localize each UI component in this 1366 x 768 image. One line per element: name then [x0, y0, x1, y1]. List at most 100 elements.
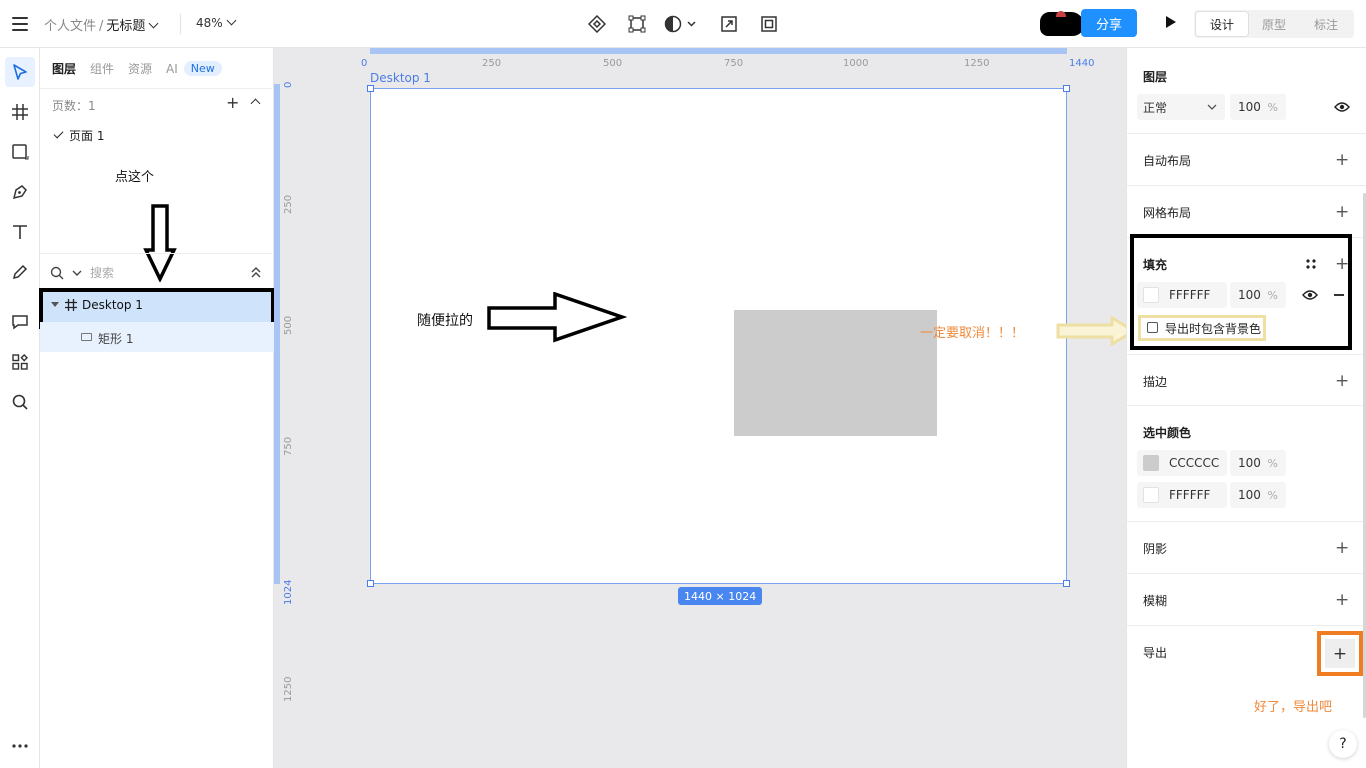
move-tool-icon[interactable]: [5, 57, 35, 87]
rectangle-shape[interactable]: [734, 310, 937, 436]
ruler-tick: 750: [283, 436, 294, 456]
chevron-down-icon: [1207, 104, 1217, 110]
avatar[interactable]: [1040, 11, 1084, 36]
size-badge: 1440 × 1024: [678, 587, 763, 605]
text-tool-icon[interactable]: [5, 217, 35, 247]
resize-handle[interactable]: [1063, 85, 1070, 92]
annotation-export-now: 好了，导出吧: [1254, 700, 1333, 715]
new-badge: New: [183, 61, 222, 76]
ruler-tick: 1250: [283, 676, 294, 702]
ruler-tick: 1000: [843, 58, 869, 69]
frame-tool-icon[interactable]: [5, 97, 35, 127]
layer-search[interactable]: 搜索: [50, 264, 114, 281]
annotation-click-this: 点这个: [115, 170, 155, 185]
ruler-tick: 0: [361, 58, 368, 69]
blend-mode-select[interactable]: 正常: [1137, 94, 1225, 120]
stroke-section: 描边 +: [1127, 354, 1366, 406]
layer-section: 图层 正常 100%: [1127, 48, 1366, 134]
search-placeholder: 搜索: [90, 266, 115, 280]
resize-handle[interactable]: [1063, 580, 1070, 587]
chevron-down-icon[interactable]: [148, 18, 159, 29]
search-icon: [50, 266, 64, 279]
tab-ai[interactable]: AI: [166, 62, 178, 76]
selection-opacity-input[interactable]: 100%: [1230, 482, 1286, 508]
properties-panel: 图层 正常 100% 自动布局 + 网格布局 + 填充 + FFFFFF 100…: [1126, 48, 1366, 768]
divider: [40, 253, 274, 254]
breadcrumb: 个人文件 / 无标题: [44, 15, 159, 34]
annotation-down-arrow: [143, 204, 177, 282]
top-bar: 个人文件 / 无标题 48% 分享 设计 原型 标注: [0, 0, 1366, 48]
chevron-down-icon: [226, 15, 237, 26]
more-icon[interactable]: [5, 731, 35, 761]
annotation-must-uncheck: 一定要取消！！！: [920, 326, 1025, 341]
export-background-checkbox[interactable]: [1147, 322, 1158, 333]
help-button[interactable]: ?: [1329, 730, 1357, 758]
ruler-tick: 750: [724, 58, 744, 69]
section-title: 导出: [1143, 646, 1168, 660]
check-icon: [53, 128, 64, 139]
selection-color-input[interactable]: FFFFFF: [1137, 482, 1227, 508]
chevron-down-icon: [72, 270, 82, 276]
clip-content-icon[interactable]: [757, 12, 781, 36]
collapse-all-icon[interactable]: [251, 267, 261, 279]
tab-prototype[interactable]: 原型: [1248, 12, 1300, 36]
export-background-label: 导出时包含背景色: [1165, 322, 1262, 336]
scale-icon[interactable]: [717, 12, 741, 36]
tab-components[interactable]: 组件: [90, 60, 114, 77]
pen-tool-icon[interactable]: [5, 177, 35, 207]
selection-color-input[interactable]: CCCCCC: [1137, 450, 1227, 476]
section-title: 图层: [1143, 70, 1168, 84]
file-name[interactable]: 无标题: [106, 19, 145, 34]
chevron-up-icon[interactable]: [250, 98, 261, 109]
page-item[interactable]: 页面 1: [53, 127, 104, 144]
rectangle-tool-icon[interactable]: [5, 137, 35, 167]
resize-handle[interactable]: [367, 580, 374, 587]
add-grid-icon[interactable]: +: [1335, 204, 1349, 221]
section-title: 模糊: [1143, 594, 1168, 608]
add-page-icon[interactable]: +: [226, 95, 239, 111]
mode-tabs: 设计 原型 标注: [1194, 10, 1354, 38]
add-blur-icon[interactable]: +: [1335, 592, 1349, 609]
frame-label[interactable]: Desktop 1: [370, 71, 431, 85]
add-stroke-icon[interactable]: +: [1335, 373, 1349, 390]
ruler-tick: 500: [603, 58, 623, 69]
eye-icon[interactable]: [1334, 101, 1350, 113]
layers-panel: 图层 组件 资源 AI New 页数：1 + 页面 1 点这个 搜索 Deskt…: [39, 48, 275, 768]
color-swatch[interactable]: [1143, 487, 1159, 503]
search-icon[interactable]: [5, 387, 35, 417]
add-shadow-icon[interactable]: +: [1335, 540, 1349, 557]
canvas[interactable]: 0 250 500 750 1000 1250 1440 0 250 500 7…: [274, 48, 1126, 768]
zoom-dropdown[interactable]: 48%: [196, 15, 237, 30]
tab-annotate[interactable]: 标注: [1300, 12, 1352, 36]
divider: [40, 88, 274, 89]
selection-colors-section: 选中颜色 CCCCCC 100% FFFFFF 100%: [1127, 406, 1366, 522]
resize-handle[interactable]: [367, 85, 374, 92]
add-auto-layout-icon[interactable]: +: [1335, 152, 1349, 169]
component-icon[interactable]: [585, 12, 609, 36]
frame-transform-icon[interactable]: [625, 12, 649, 36]
section-title: 网格布局: [1143, 206, 1192, 220]
menu-icon[interactable]: [10, 14, 30, 34]
blur-section: 模糊 +: [1127, 574, 1366, 626]
selection-opacity-input[interactable]: 100%: [1230, 450, 1286, 476]
comment-icon[interactable]: [5, 307, 35, 337]
ruler-tick: 250: [283, 194, 294, 214]
layer-item-rectangle[interactable]: 矩形 1: [40, 322, 274, 352]
ruler-tick: 500: [283, 315, 294, 335]
ruler-tick: 1440: [1069, 58, 1095, 69]
breadcrumb-folder[interactable]: 个人文件: [44, 19, 96, 34]
color-swatch[interactable]: [1143, 455, 1159, 471]
share-button[interactable]: 分享: [1081, 9, 1137, 37]
contrast-icon[interactable]: [663, 12, 701, 36]
tab-assets[interactable]: 资源: [128, 60, 152, 77]
annotation-right-arrow: [487, 292, 627, 343]
add-export-button[interactable]: +: [1325, 639, 1355, 668]
plugins-icon[interactable]: [5, 347, 35, 377]
tab-design[interactable]: 设计: [1196, 12, 1248, 36]
play-icon[interactable]: [1166, 16, 1176, 28]
tab-layers[interactable]: 图层: [52, 60, 76, 77]
ruler-tick: 1024: [283, 579, 294, 605]
pencil-tool-icon[interactable]: [5, 257, 35, 287]
ruler-left-highlight: [274, 84, 280, 584]
layer-opacity-input[interactable]: 100%: [1230, 94, 1286, 120]
